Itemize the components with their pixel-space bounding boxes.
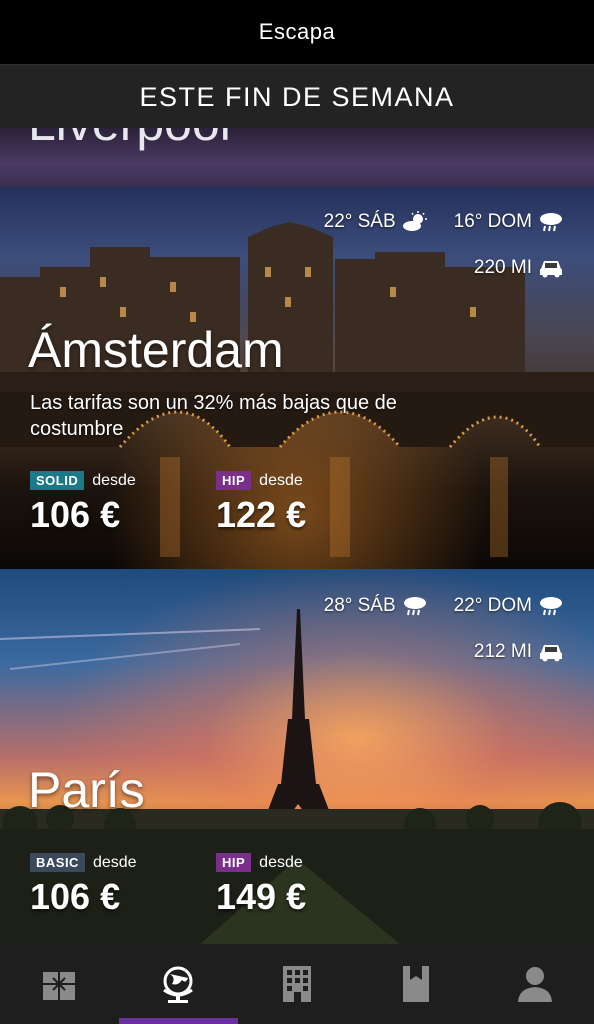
bookmark-icon [402, 966, 429, 1002]
nav-destinations[interactable] [118, 944, 238, 1024]
fare-description: Las tarifas son un 32% más bajas que de … [30, 392, 397, 440]
nav-bookings[interactable] [356, 944, 475, 1024]
fare-badge: HIP [216, 471, 252, 490]
section-title: ESTE FIN DE SEMANA [139, 81, 455, 112]
rain-icon [540, 597, 562, 616]
weather-saturday: 28° SÁB [324, 595, 428, 617]
app-title: Escapa [258, 19, 336, 44]
nav-hotels[interactable] [238, 944, 357, 1024]
destination-card-amsterdam[interactable]: 22° SÁB 16° DOM 220 MI Ámsterdam Las tar… [0, 187, 594, 569]
price-amount: 149 € [216, 876, 307, 917]
fare-badge: BASIC [30, 853, 85, 872]
city-name: Liverpool [28, 128, 231, 152]
car-icon [540, 261, 562, 278]
nav-profile[interactable] [475, 944, 594, 1024]
distance-info: 212 MI [474, 641, 564, 663]
from-label: desde [259, 853, 303, 871]
price-amount: 122 € [216, 494, 307, 535]
city-name: Ámsterdam [28, 322, 284, 378]
from-label: desde [92, 471, 136, 489]
rain-icon [403, 597, 426, 616]
distance-info: 220 MI [474, 257, 564, 279]
price-amount: 106 € [30, 876, 121, 917]
price-option-basic[interactable]: BASIC desde 106 € [30, 853, 137, 918]
profile-icon [517, 967, 552, 1002]
weather-forecast: 22° SÁB 16° DOM [324, 211, 564, 233]
destination-card-liverpool[interactable]: Liverpool [0, 128, 594, 187]
weather-forecast: 28° SÁB 22° DOM [324, 595, 564, 617]
price-option-hip[interactable]: HIP desde 149 € [216, 853, 306, 918]
globe-icon [163, 966, 194, 1003]
price-option-solid[interactable]: SOLID desde 106 € [30, 471, 136, 536]
from-label: desde [92, 853, 137, 871]
rain-icon [540, 213, 562, 232]
car-icon [540, 645, 562, 662]
city-name: París [28, 762, 145, 818]
price-amount: 106 € [30, 494, 121, 535]
partly-sunny-icon [402, 211, 427, 231]
hotel-icon [282, 966, 311, 1002]
section-header: ESTE FIN DE SEMANA [0, 64, 594, 129]
gift-icon [43, 972, 76, 1000]
weather-sunday: 16° DOM [454, 211, 564, 233]
fare-badge: HIP [216, 853, 252, 872]
weather-saturday: 22° SÁB [324, 211, 428, 233]
from-label: desde [259, 471, 303, 489]
weather-sunday: 22° DOM [454, 595, 564, 617]
nav-gifts[interactable] [0, 944, 119, 1024]
fare-badge: SOLID [30, 471, 85, 490]
app-title-bar: Escapa [0, 0, 594, 64]
price-option-hip[interactable]: HIP desde 122 € [216, 471, 306, 536]
bottom-navigation [0, 944, 594, 1024]
destination-card-paris[interactable]: 28° SÁB 22° DOM 212 MI París BASIC desde… [0, 569, 594, 944]
